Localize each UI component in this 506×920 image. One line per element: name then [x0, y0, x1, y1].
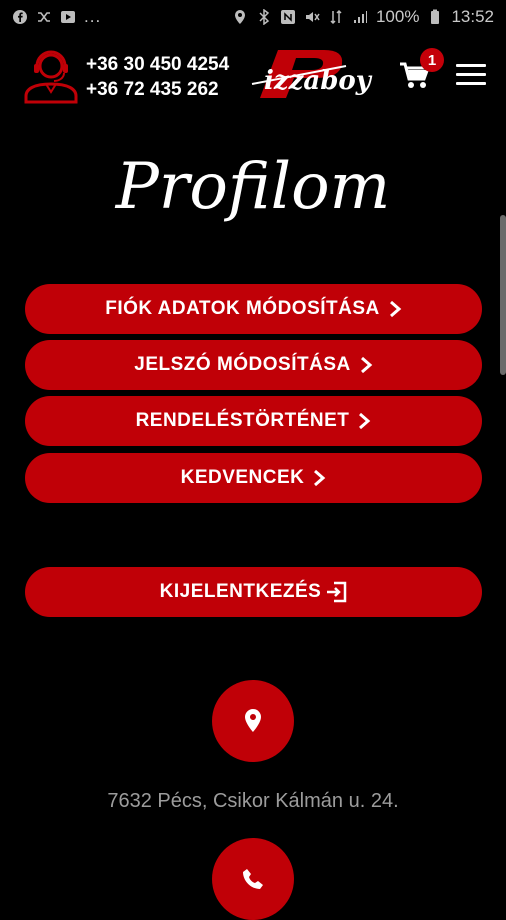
- shuffle-icon: [38, 12, 50, 22]
- play-icon: [61, 11, 75, 23]
- signal-icon: [353, 11, 367, 23]
- pizzaboy-logo[interactable]: izzaboy: [246, 44, 376, 104]
- location-pin-icon: [245, 709, 261, 732]
- phone-button[interactable]: [212, 838, 294, 920]
- location-status-icon: [234, 10, 245, 24]
- status-left: ...: [12, 7, 101, 27]
- phone-number-1[interactable]: +36 30 450 4254: [86, 52, 229, 77]
- cart-count-badge: 1: [420, 48, 444, 72]
- favorites-label: KEDVENCEK: [180, 467, 305, 488]
- phone-numbers: +36 30 450 4254 +36 72 435 262: [86, 52, 229, 102]
- bluetooth-icon: [259, 9, 270, 25]
- order-history-label: RENDELÉSTÖRTÉNET: [135, 410, 350, 431]
- address-text: 7632 Pécs, Csikor Kálmán u. 24.: [107, 790, 399, 812]
- location-button[interactable]: [212, 680, 294, 762]
- logo-text: izzaboy: [264, 66, 371, 96]
- order-history-button[interactable]: RENDELÉSTÖRTÉNET: [25, 396, 482, 446]
- battery-percent: 100%: [375, 7, 420, 26]
- nfc-icon: [280, 10, 295, 24]
- status-bar: ... 100% 13:52: [0, 0, 506, 34]
- logout-button[interactable]: KIJELENTKEZÉS: [25, 567, 482, 617]
- logout-label: KIJELENTKEZÉS: [159, 581, 322, 602]
- change-password-button[interactable]: JELSZÓ MÓDOSÍTÁSA: [25, 340, 482, 390]
- data-icon: [330, 9, 342, 25]
- facebook-icon: [13, 10, 27, 24]
- status-time: 13:52: [451, 7, 494, 26]
- chevron-right-icon: [359, 412, 371, 430]
- account-details-button[interactable]: FIÓK ADATOK MÓDOSÍTÁSA: [25, 284, 482, 334]
- favorites-button[interactable]: KEDVENCEK: [25, 453, 482, 503]
- page-title: Profilom: [115, 150, 391, 224]
- change-password-label: JELSZÓ MÓDOSÍTÁSA: [134, 354, 351, 375]
- app-header: +36 30 450 4254 +36 72 435 262 izzaboy 1: [0, 40, 506, 112]
- scrollbar[interactable]: [500, 215, 506, 375]
- phone-icon: [243, 869, 263, 889]
- hamburger-icon[interactable]: [456, 64, 486, 86]
- battery-icon: [431, 9, 440, 24]
- mute-icon: [305, 12, 320, 22]
- phone-number-2[interactable]: +36 72 435 262: [86, 77, 229, 102]
- chevron-right-icon: [360, 356, 373, 374]
- account-details-label: FIÓK ADATOK MÓDOSÍTÁSA: [105, 298, 380, 319]
- status-right: 100% 13:52: [232, 7, 494, 27]
- chevron-right-icon: [389, 300, 402, 318]
- headset-person-icon: [24, 50, 78, 104]
- logout-icon: [327, 581, 347, 603]
- chevron-right-icon: [314, 469, 326, 487]
- status-dots: ...: [84, 7, 102, 26]
